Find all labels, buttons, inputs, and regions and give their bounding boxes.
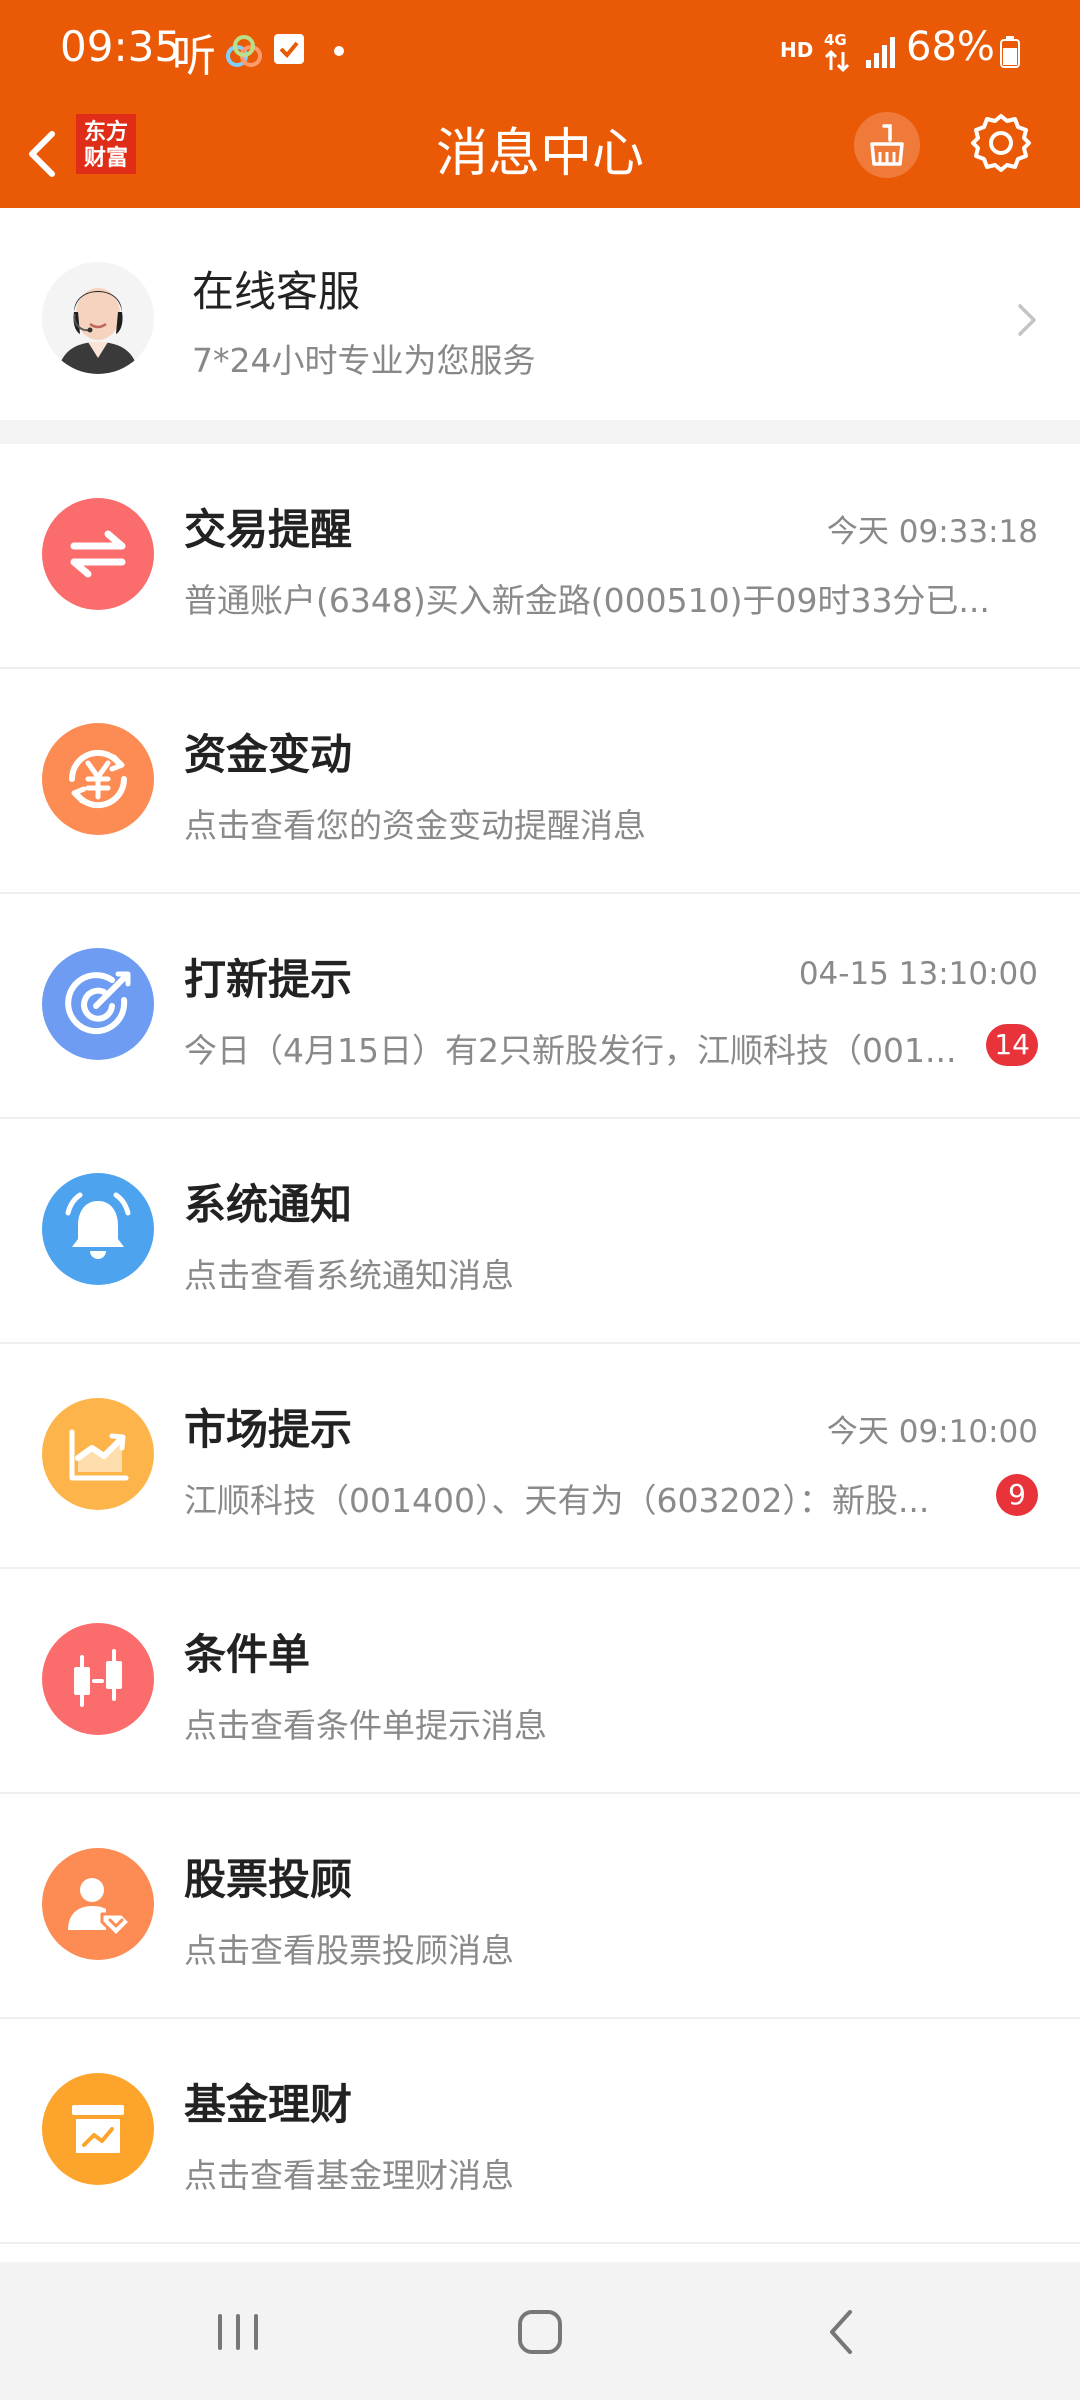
recent-apps-button[interactable] <box>208 2302 268 2362</box>
message-title: 股票投顾 <box>184 1855 353 1904</box>
status-time: 09:35 <box>60 22 182 71</box>
service-title: 在线客服 <box>192 267 361 316</box>
bell-icon <box>42 1173 154 1285</box>
message-preview: 点击查看基金理财消息 <box>184 2156 514 2195</box>
message-preview: 江顺科技（001400）、天有为（603202）：新股... <box>184 1481 930 1520</box>
exchange-icon <box>42 498 154 610</box>
message-preview: 点击查看条件单提示消息 <box>184 1706 547 1745</box>
message-item-conditional-order[interactable]: 条件单 点击查看条件单提示消息 <box>0 1569 1080 1794</box>
hd-indicator: HD <box>780 38 814 62</box>
svg-text:4G: 4G <box>824 31 847 49</box>
unread-count-badge: 14 <box>986 1024 1038 1066</box>
message-preview: 点击查看系统通知消息 <box>184 1256 514 1295</box>
clean-button[interactable] <box>854 112 920 178</box>
service-avatar <box>42 262 154 374</box>
settings-gear-icon[interactable] <box>968 110 1034 176</box>
message-preview: 今日（4月15日）有2只新股发行，江顺科技（001... <box>184 1031 957 1070</box>
message-time: 今天 09:33:18 <box>826 514 1038 550</box>
message-item-system-notice[interactable]: 系统通知 点击查看系统通知消息 <box>0 1119 1080 1344</box>
message-title: 基金理财 <box>184 2080 353 2129</box>
network-4g-icon: 4G <box>824 31 850 73</box>
cloud-app-icon <box>226 35 262 67</box>
system-navigation-bar <box>0 2262 1080 2400</box>
fund-icon <box>42 2073 154 2185</box>
logo-line-1: 东方 <box>83 120 128 145</box>
online-service-row[interactable]: 在线客服 7*24小时专业为您服务 <box>0 208 1080 420</box>
system-back-button[interactable] <box>818 2302 868 2362</box>
message-item-ipo-alert[interactable]: 打新提示 04-15 13:10:00 今日（4月15日）有2只新股发行，江顺科… <box>0 894 1080 1119</box>
logo-line-2: 财富 <box>83 146 128 171</box>
target-icon <box>42 948 154 1060</box>
message-item-stock-advisor[interactable]: 股票投顾 点击查看股票投顾消息 <box>0 1794 1080 2019</box>
message-title: 条件单 <box>184 1630 311 1679</box>
notification-dot-icon <box>334 46 344 56</box>
eastmoney-logo: 东方 财富 <box>76 114 136 174</box>
unread-count-badge: 9 <box>996 1474 1038 1516</box>
back-button[interactable] <box>16 116 76 192</box>
message-item-market-alert[interactable]: 市场提示 今天 09:10:00 江顺科技（001400）、天有为（603202… <box>0 1344 1080 1569</box>
message-preview: 普通账户(6348)买入新金路(000510)于09时33分已... <box>184 581 990 620</box>
message-title: 交易提醒 <box>184 505 353 554</box>
candlestick-icon <box>42 1623 154 1735</box>
message-title: 打新提示 <box>184 955 353 1004</box>
message-preview: 点击查看您的资金变动提醒消息 <box>184 806 646 845</box>
message-time: 今天 09:10:00 <box>826 1414 1038 1450</box>
service-subtitle: 7*24小时专业为您服务 <box>192 341 536 380</box>
message-item-trade-alert[interactable]: 交易提醒 今天 09:33:18 普通账户(6348)买入新金路(000510)… <box>0 444 1080 669</box>
message-preview: 点击查看股票投顾消息 <box>184 1931 514 1970</box>
yuan-icon <box>42 723 154 835</box>
message-title: 系统通知 <box>184 1180 353 1229</box>
message-title: 市场提示 <box>184 1405 353 1454</box>
message-item-fund-change[interactable]: 资金变动 点击查看您的资金变动提醒消息 <box>0 669 1080 894</box>
ting-app-icon: 听 <box>172 31 216 82</box>
trend-icon <box>42 1398 154 1510</box>
message-list: 交易提醒 今天 09:33:18 普通账户(6348)买入新金路(000510)… <box>0 444 1080 2244</box>
header-bar: 东方 财富 消息中心 <box>0 100 1080 208</box>
status-bar: 09:35 听 HD 4G 68% <box>0 0 1080 100</box>
section-divider <box>0 420 1080 444</box>
message-title: 资金变动 <box>184 730 353 779</box>
advisor-icon <box>42 1848 154 1960</box>
home-button[interactable] <box>508 2302 572 2362</box>
chevron-right-icon <box>1018 304 1036 336</box>
checkbox-app-icon <box>274 34 304 64</box>
broom-icon <box>870 124 904 166</box>
message-item-fund-finance[interactable]: 基金理财 点击查看基金理财消息 <box>0 2019 1080 2244</box>
signal-icon <box>866 37 895 68</box>
battery-icon <box>1000 36 1020 68</box>
message-time: 04-15 13:10:00 <box>798 956 1038 992</box>
battery-percent: 68% <box>906 24 995 70</box>
